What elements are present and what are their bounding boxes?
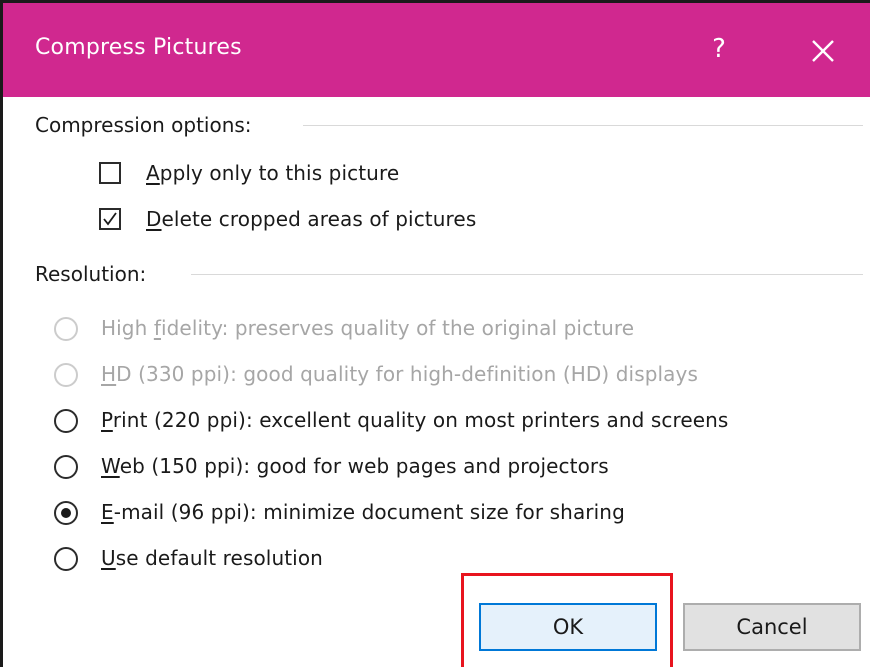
- checkmark-icon: [103, 212, 117, 226]
- apply-only-checkbox[interactable]: [99, 162, 121, 184]
- apply-only-label[interactable]: Apply only to this picture: [146, 161, 399, 185]
- dialog-title: Compress Pictures: [35, 35, 242, 60]
- radio-default-label[interactable]: Use default resolution: [101, 546, 323, 570]
- title-bar: Compress Pictures ?: [3, 3, 870, 97]
- radio-email-label[interactable]: E-mail (96 ppi): minimize document size …: [101, 500, 625, 524]
- radio-web-label[interactable]: Web (150 ppi): good for web pages and pr…: [101, 454, 609, 478]
- compression-group-rule: [303, 125, 863, 126]
- radio-default[interactable]: Use default resolution: [3, 542, 870, 576]
- delete-cropped-checkbox[interactable]: [99, 208, 121, 230]
- resolution-group-rule: [191, 274, 863, 275]
- ok-button[interactable]: OK: [479, 603, 657, 651]
- compress-pictures-dialog: Compress Pictures ? Compression options:…: [0, 0, 870, 667]
- delete-cropped-checkbox-row[interactable]: Delete cropped areas of pictures: [3, 202, 870, 236]
- cancel-button[interactable]: Cancel: [683, 603, 861, 651]
- radio-print[interactable]: Print (220 ppi): excellent quality on mo…: [3, 404, 870, 438]
- radio-high-fidelity-label[interactable]: High fidelity: preserves quality of the …: [101, 316, 634, 340]
- radio-web-button[interactable]: [54, 455, 78, 479]
- radio-email[interactable]: E-mail (96 ppi): minimize document size …: [3, 496, 870, 530]
- close-icon: [812, 40, 834, 62]
- close-button[interactable]: [799, 27, 847, 75]
- radio-hd-label[interactable]: HD (330 ppi): good quality for high-defi…: [101, 362, 698, 386]
- radio-print-button[interactable]: [54, 409, 78, 433]
- help-icon: ?: [712, 34, 726, 64]
- apply-only-checkbox-row[interactable]: Apply only to this picture: [3, 156, 870, 190]
- help-button[interactable]: ?: [699, 27, 739, 71]
- radio-selected-dot: [61, 508, 71, 518]
- radio-email-button[interactable]: [54, 501, 78, 525]
- radio-print-label[interactable]: Print (220 ppi): excellent quality on mo…: [101, 408, 728, 432]
- radio-web[interactable]: Web (150 ppi): good for web pages and pr…: [3, 450, 870, 484]
- ok-button-label: OK: [552, 615, 584, 639]
- radio-default-button[interactable]: [54, 547, 78, 571]
- radio-high-fidelity-button[interactable]: [54, 317, 78, 341]
- radio-hd[interactable]: HD (330 ppi): good quality for high-defi…: [3, 358, 870, 392]
- compression-options-label: Compression options:: [35, 113, 264, 137]
- cancel-button-label: Cancel: [736, 615, 808, 639]
- radio-high-fidelity[interactable]: High fidelity: preserves quality of the …: [3, 312, 870, 346]
- resolution-label: Resolution:: [35, 262, 159, 286]
- delete-cropped-label[interactable]: Delete cropped areas of pictures: [146, 207, 476, 231]
- radio-hd-button[interactable]: [54, 363, 78, 387]
